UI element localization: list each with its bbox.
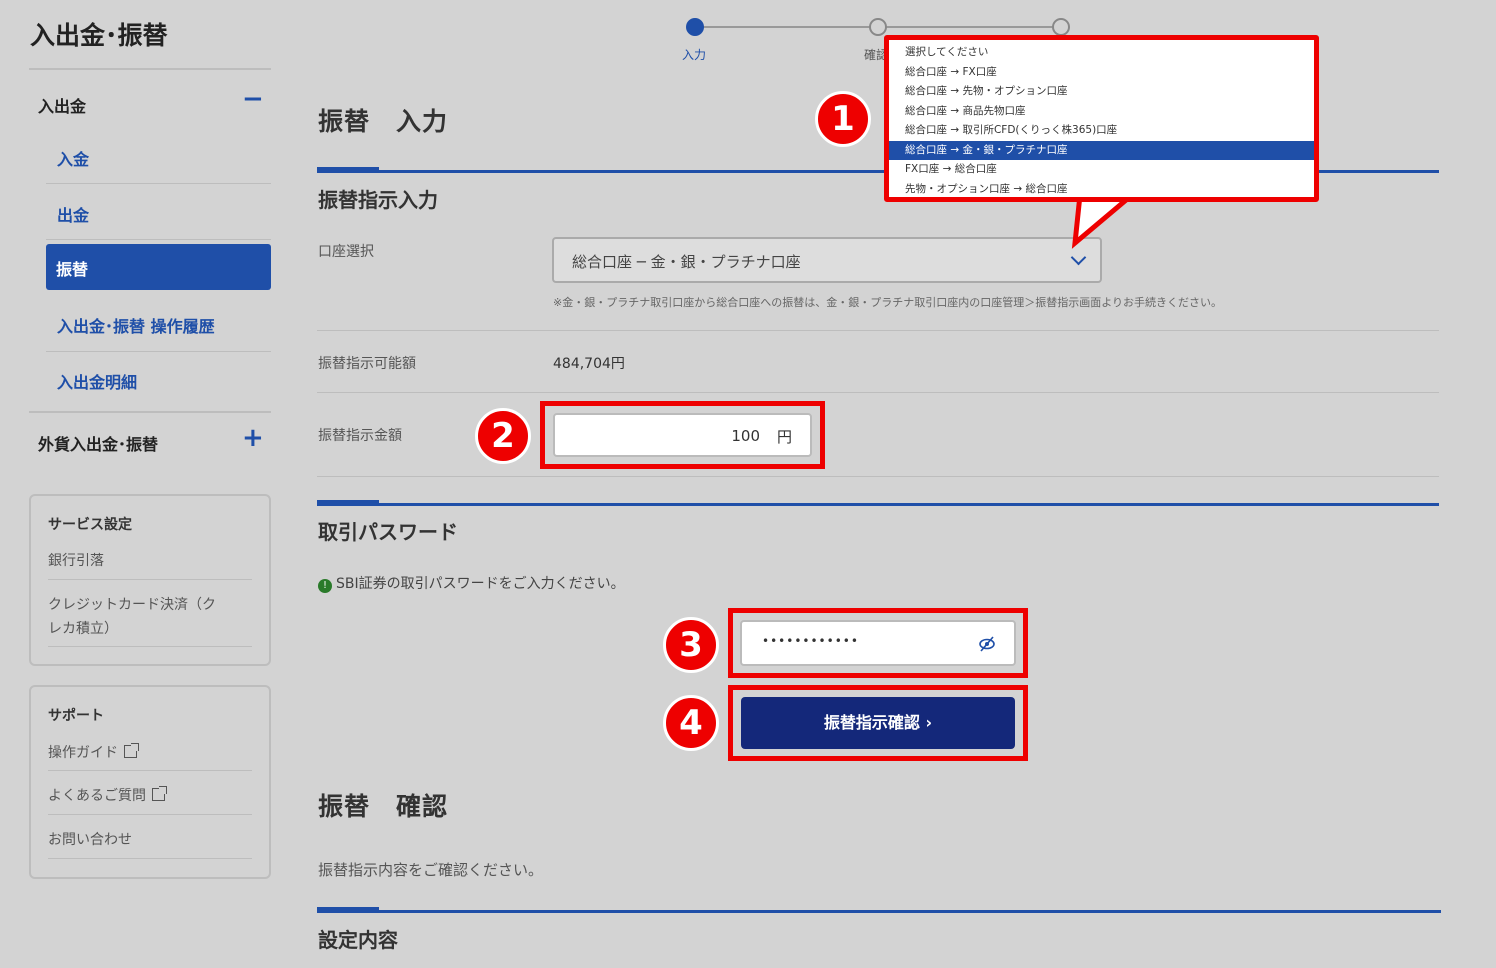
divider <box>29 411 271 413</box>
step-label-input: 入力 <box>682 48 707 62</box>
password-hint-text: SBI証券の取引パスワードをご入力ください。 <box>336 576 625 592</box>
sidebar-section-fx[interactable]: 外貨入出金･振替 <box>38 431 158 455</box>
sidebar-section-deposit[interactable]: 入出金 <box>38 93 86 117</box>
external-link-icon <box>152 786 167 801</box>
amount-input[interactable]: 100 円 <box>553 413 812 457</box>
faq-link-label: よくあるご質問 <box>48 788 146 804</box>
divider <box>48 858 252 859</box>
divider <box>46 351 271 352</box>
available-value: 484,704円 <box>553 356 625 372</box>
dropdown-option[interactable]: 先物・オプション口座 → 総合口座 <box>889 180 1314 200</box>
confirm-text: 振替指示内容をご確認ください。 <box>318 861 544 879</box>
faq-link[interactable]: よくあるご質問 <box>48 784 167 808</box>
dropdown-option[interactable]: FX口座 → 総合口座 <box>889 160 1314 180</box>
available-label: 振替指示可能額 <box>318 356 416 372</box>
confirm-title: 振替 確認 <box>318 792 449 821</box>
section-title-password: 取引パスワード <box>318 520 458 544</box>
credit-card-link-line1: クレジットカード決済（ク <box>48 597 216 613</box>
dropdown-option[interactable]: 総合口座 → 商品先物口座 <box>889 102 1314 122</box>
account-select[interactable]: 総合口座 ─ 金・銀・プラチナ口座 <box>552 237 1102 283</box>
divider <box>48 579 252 580</box>
password-input[interactable]: •••••••••••• <box>740 620 1016 666</box>
guide-link-label: 操作ガイド <box>48 745 118 761</box>
contact-link[interactable]: お問い合わせ <box>48 828 132 852</box>
divider <box>48 814 252 815</box>
dropdown-option[interactable]: 選択してください <box>889 43 1314 63</box>
expand-icon[interactable]: + <box>242 425 264 451</box>
sidebar-item-deposit[interactable]: 入金 <box>57 146 89 170</box>
step-badge-2: 2 <box>475 408 531 464</box>
info-icon: ! <box>318 579 332 593</box>
step-badge-3: 3 <box>663 617 719 673</box>
section-title-instruction: 振替指示入力 <box>318 188 438 212</box>
transfer-confirm-button[interactable]: 振替指示確認 › <box>741 697 1015 749</box>
password-mask: •••••••••••• <box>762 634 859 648</box>
account-dropdown-list: 選択してください 総合口座 → FX口座 総合口座 → 先物・オプション口座 総… <box>884 35 1319 202</box>
credit-card-link[interactable]: クレジットカード決済（ク レカ積立） <box>48 593 216 641</box>
page-title: 振替 入力 <box>318 107 449 136</box>
divider <box>46 183 271 184</box>
step-badge-4: 4 <box>663 695 719 751</box>
dropdown-option[interactable]: 総合口座 → 取引所CFD(くりっく株365)口座 <box>889 121 1314 141</box>
account-label: 口座選択 <box>318 244 374 260</box>
bank-debit-link[interactable]: 銀行引落 <box>48 549 104 573</box>
guide-link[interactable]: 操作ガイド <box>48 741 139 765</box>
step-badge-1: 1 <box>815 91 871 147</box>
divider <box>46 239 271 240</box>
service-settings-title: サービス設定 <box>48 517 132 533</box>
dropdown-option[interactable]: 総合口座 → 先物・オプション口座 <box>889 82 1314 102</box>
yen-unit: 円 <box>776 428 792 446</box>
collapse-icon[interactable]: − <box>242 86 264 112</box>
account-note: ※金・銀・プラチナ取引口座から総合口座への振替は、金・銀・プラチナ取引口座内の口… <box>553 296 1222 309</box>
credit-card-link-line2: レカ積立） <box>48 621 118 637</box>
eye-slash-icon[interactable] <box>978 636 996 652</box>
sidebar-item-statement[interactable]: 入出金明細 <box>57 369 137 393</box>
sidebar-title: 入出金･振替 <box>30 21 168 50</box>
account-select-value: 総合口座 ─ 金・銀・プラチナ口座 <box>572 253 801 271</box>
dropdown-option[interactable]: 総合口座 → FX口座 <box>889 63 1314 83</box>
section-bar <box>317 907 1441 913</box>
sidebar-item-withdraw[interactable]: 出金 <box>57 202 89 226</box>
step-dot-complete <box>1052 18 1070 36</box>
external-link-icon <box>124 743 139 758</box>
section-bar <box>317 500 1439 506</box>
sidebar-item-transfer[interactable]: 振替 <box>46 244 271 290</box>
support-title: サポート <box>48 708 104 724</box>
divider <box>29 68 271 70</box>
amount-label: 振替指示金額 <box>318 428 402 444</box>
divider <box>48 646 252 647</box>
sidebar-item-history[interactable]: 入出金･振替 操作履歴 <box>57 313 215 337</box>
dropdown-option-selected[interactable]: 総合口座 → 金・銀・プラチナ口座 <box>889 140 1314 160</box>
password-hint: ! SBI証券の取引パスワードをご入力ください。 <box>318 573 625 593</box>
divider <box>317 330 1439 331</box>
amount-value: 100 <box>731 427 760 445</box>
section-title-settings: 設定内容 <box>318 928 398 952</box>
divider <box>48 770 252 771</box>
callout-tail <box>1071 195 1136 249</box>
step-dot-input <box>686 18 704 36</box>
step-dot-confirm <box>869 18 887 36</box>
divider <box>317 476 1439 477</box>
divider <box>317 392 1439 393</box>
